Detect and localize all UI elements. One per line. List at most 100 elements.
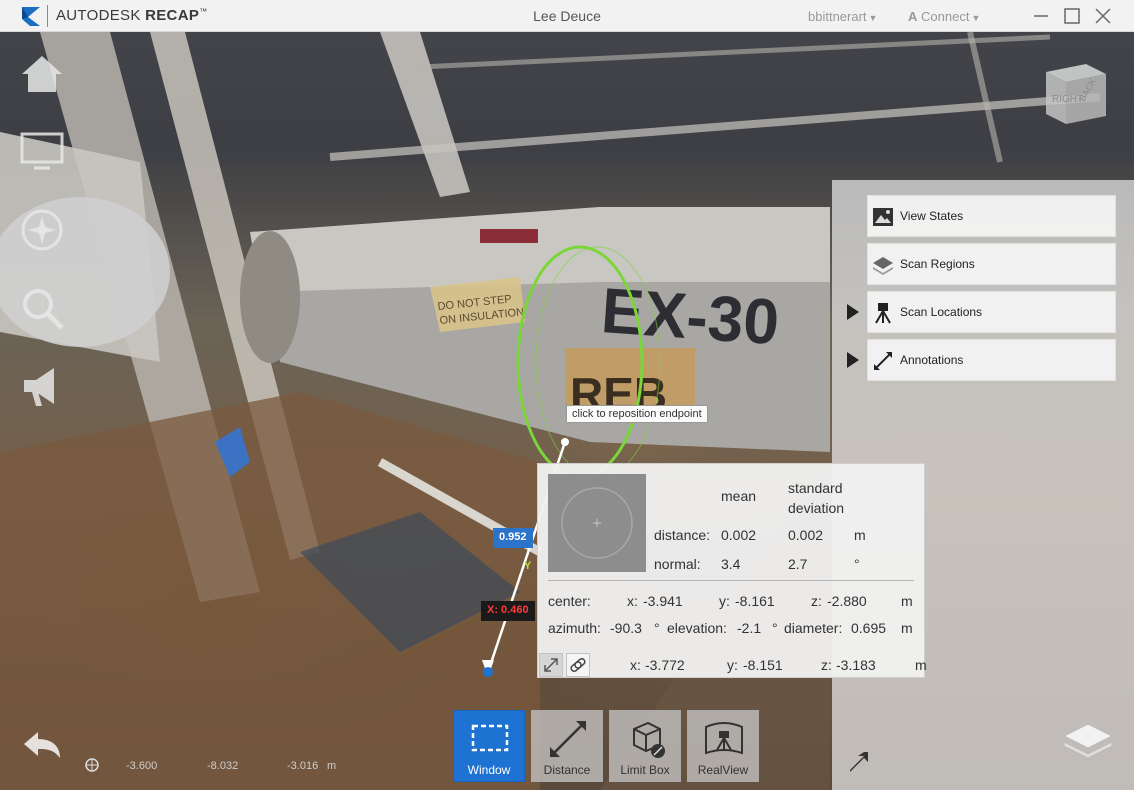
home-icon <box>22 56 62 92</box>
normal-mean: 3.4 <box>721 556 741 572</box>
image-icon <box>873 208 893 226</box>
home-button[interactable] <box>18 50 66 98</box>
a360-icon: A <box>908 9 918 24</box>
view-states-button[interactable]: View States <box>867 195 1116 237</box>
y-axis-label: Y <box>524 560 532 572</box>
azimuth-label: azimuth: <box>548 620 601 636</box>
window-select-icon <box>471 724 509 752</box>
realview-tool[interactable]: RealView <box>687 710 759 782</box>
zoom-icon <box>23 289 64 330</box>
resize-icon <box>544 658 558 672</box>
endpoint-z: -3.183 <box>836 657 876 673</box>
navigate-button[interactable] <box>18 206 66 254</box>
divider <box>548 580 914 581</box>
elevation-label: elevation: <box>667 620 727 636</box>
diameter-unit: m <box>901 620 913 636</box>
distance-mean: 0.002 <box>721 527 757 543</box>
center-label: center: <box>548 593 591 609</box>
endpoint-x-label: x: <box>630 657 641 673</box>
diameter-value: 0.695 <box>851 620 887 636</box>
view-states-label: View States <box>900 209 964 223</box>
view-cube[interactable]: RIGHT BACK <box>1040 50 1112 130</box>
layers-toggle-icon[interactable] <box>1062 720 1114 760</box>
user-menu[interactable]: bbittnerart ▼ <box>808 9 877 24</box>
expand-annotations-icon[interactable] <box>847 352 859 368</box>
distance-unit: m <box>854 527 866 543</box>
link-button[interactable] <box>566 653 590 677</box>
user-name: bbittnerart <box>808 9 867 24</box>
display-settings-icon <box>20 132 64 170</box>
header-mean: mean <box>721 488 757 504</box>
minimize-button[interactable] <box>1030 6 1052 26</box>
expand-corner-icon[interactable] <box>846 750 870 774</box>
maximize-button[interactable] <box>1061 6 1083 26</box>
endpoint-y-label: y: <box>727 657 738 673</box>
reposition-tooltip: click to reposition endpoint <box>566 405 708 423</box>
display-settings-button[interactable] <box>18 128 66 176</box>
center-y: -8.161 <box>735 593 775 609</box>
announce-button[interactable] <box>18 362 66 410</box>
product-name: RECAP <box>145 7 200 24</box>
elevation-unit: ° <box>772 620 778 636</box>
window-select-tool[interactable]: Window <box>453 710 525 782</box>
crosshair-icon <box>85 758 99 772</box>
chevron-down-icon: ▼ <box>971 13 981 23</box>
endpoint-y: -8.151 <box>743 657 783 673</box>
zoom-button[interactable] <box>18 284 66 332</box>
scan-regions-label: Scan Regions <box>900 257 975 271</box>
brand-name: AUTODESK <box>56 7 141 24</box>
endpoint-unit: m <box>915 657 927 673</box>
center-unit: m <box>901 593 913 609</box>
distance-label: distance: <box>654 527 711 543</box>
header-std: standard deviation <box>788 480 845 516</box>
trademark: ™ <box>199 7 208 16</box>
app-brand: AUTODESK RECAP™ <box>56 7 207 24</box>
cursor-y: -8.032 <box>207 760 239 772</box>
expand-scan-locations-icon[interactable] <box>847 304 859 320</box>
cursor-x: -3.600 <box>126 760 158 772</box>
realview-icon <box>705 722 743 755</box>
scan-locations-label: Scan Locations <box>900 305 983 319</box>
center-z: -2.880 <box>827 593 867 609</box>
limit-box-tool[interactable]: Limit Box <box>609 710 681 782</box>
realview-tool-label: RealView <box>697 763 749 777</box>
annotations-button[interactable]: Annotations <box>867 339 1116 381</box>
measure-icon <box>874 352 892 370</box>
diameter-label: diameter: <box>784 620 843 636</box>
minimize-icon <box>1034 15 1048 17</box>
scan-locations-button[interactable]: Scan Locations <box>867 291 1116 333</box>
annotations-label: Annotations <box>900 353 964 367</box>
connect-menu[interactable]: A Connect ▼ <box>908 9 980 24</box>
title-bar: AUTODESK RECAP™ Lee Deuce bbittnerart ▼ A… <box>0 0 1134 32</box>
autodesk-logo-icon <box>22 7 40 26</box>
normal-unit: ° <box>854 556 860 572</box>
distance-tool[interactable]: Distance <box>531 710 603 782</box>
distance-std: 0.002 <box>788 527 824 543</box>
chevron-down-icon: ▼ <box>868 13 878 23</box>
cursor-z: -3.016 <box>287 760 319 772</box>
cursor-unit: m <box>327 760 337 772</box>
endpoint-x: -3.772 <box>645 657 685 673</box>
close-icon <box>1095 8 1111 24</box>
axis-value-label: 0.952 <box>493 528 533 548</box>
center-x-label: x: <box>627 593 638 609</box>
tripod-icon <box>875 303 891 324</box>
navigate-icon <box>21 209 63 251</box>
limit-box-icon <box>633 721 665 758</box>
scan-regions-button[interactable]: Scan Regions <box>867 243 1116 285</box>
limit-box-tool-label: Limit Box <box>620 763 670 777</box>
measurement-popup: mean standard deviation distance: 0.002 … <box>537 463 927 678</box>
layers-icon <box>873 257 893 275</box>
resize-button[interactable] <box>539 653 563 677</box>
target-icon <box>561 487 633 559</box>
distance-tool-label: Distance <box>543 763 591 777</box>
back-icon <box>24 732 60 758</box>
normal-label: normal: <box>654 556 701 572</box>
window-tool-label: Window <box>467 763 511 777</box>
close-button[interactable] <box>1092 6 1114 26</box>
maximize-icon <box>1064 8 1080 24</box>
azimuth-unit: ° <box>654 620 660 636</box>
center-x: -3.941 <box>643 593 683 609</box>
back-button[interactable] <box>18 722 66 770</box>
brand-separator <box>47 5 48 27</box>
